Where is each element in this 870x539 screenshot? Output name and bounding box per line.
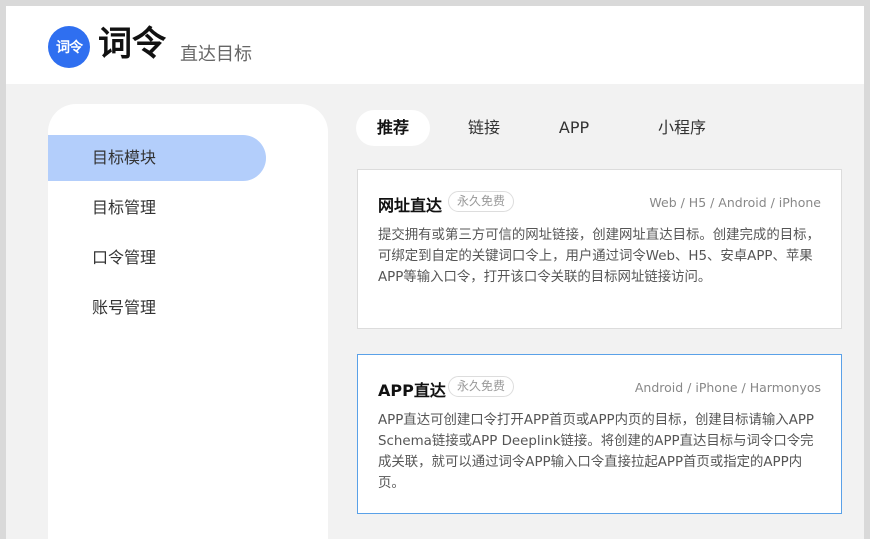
tab-mini-program[interactable]: 小程序: [642, 110, 722, 146]
tab-link[interactable]: 链接: [452, 110, 516, 146]
card-description: 提交拥有或第三方可信的网址链接，创建网址直达目标。创建完成的目标，可绑定到自定的…: [378, 228, 820, 285]
sidebar-item-target-module[interactable]: 目标模块: [48, 135, 266, 181]
free-badge: 永久免费: [448, 376, 515, 397]
header: 词令 词令 直达目标: [6, 6, 864, 84]
tab-app[interactable]: APP: [542, 110, 606, 146]
card-description: APP直达可创建口令打开APP首页或APP内页的目标，创建目标请输入APP Sc…: [378, 413, 815, 491]
card-title: 网址直达: [378, 196, 443, 215]
card-url-direct[interactable]: 网址直达 永久免费 Web / H5 / Android / iPhone 提交…: [357, 169, 842, 329]
card-title: APP直达: [378, 381, 446, 400]
platforms-label: Web / H5 / Android / iPhone: [649, 195, 821, 210]
platforms-label: Android / iPhone / Harmonyos: [634, 380, 821, 395]
brand-name: 词令: [98, 24, 166, 64]
tab-recommended[interactable]: 推荐: [356, 110, 430, 146]
sidebar-item-account-management[interactable]: 账号管理: [48, 285, 266, 331]
brand-subtitle: 直达目标: [180, 44, 252, 65]
card-app-direct[interactable]: APP直达 永久免费 Android / iPhone / Harmonyos …: [357, 354, 842, 514]
logo-icon[interactable]: 词令: [48, 26, 90, 68]
sidebar-item-command-management[interactable]: 口令管理: [48, 235, 266, 281]
sidebar-item-target-management[interactable]: 目标管理: [48, 185, 266, 231]
app-frame: 词令 词令 直达目标 目标模块 目标管理 口令管理 账号管理 推荐 链接 APP…: [6, 6, 864, 539]
sidebar: 目标模块 目标管理 口令管理 账号管理: [48, 104, 328, 539]
free-badge: 永久免费: [448, 191, 515, 212]
